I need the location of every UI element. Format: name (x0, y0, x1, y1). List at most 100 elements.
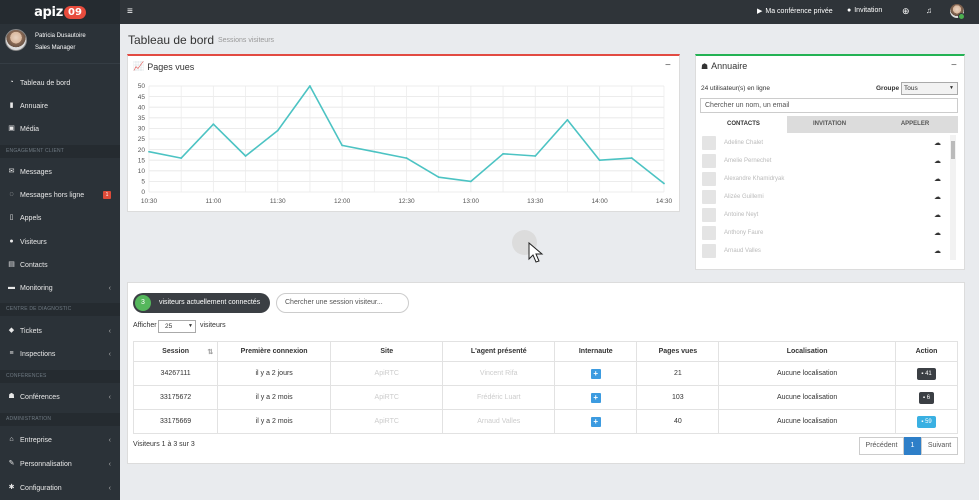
plus-icon[interactable]: + (590, 416, 601, 427)
pageviews-title: Pages vues (147, 61, 195, 72)
group-select[interactable]: Tous ▼ (901, 82, 958, 95)
video-icon: ▶ (757, 8, 763, 15)
col-agent[interactable]: L'agent présenté (442, 341, 556, 362)
col-pageviews[interactable]: Pages vues (636, 341, 720, 362)
chat-action-button[interactable]: ▪ 6 (918, 391, 935, 404)
site: ApiRTC (330, 385, 444, 410)
col-location[interactable]: Localisation (718, 341, 897, 362)
sidebar-item-label: Tickets (20, 327, 42, 335)
sidebar-item-directory[interactable]: ▮ Annuaire (0, 95, 120, 117)
collapse-directory-icon[interactable]: − (951, 60, 957, 71)
directory-search-input[interactable]: Chercher un nom, un email (700, 98, 958, 113)
contact-name: Alexandre Khamidryak (724, 176, 785, 182)
sidebar-item-conferences[interactable]: ☗ Conférences ‹ (0, 386, 120, 408)
chat-icon[interactable]: ☁ (934, 211, 941, 219)
sidebar-item-customization[interactable]: ✎ Personnalisation ‹ (0, 453, 120, 475)
chat-icon[interactable]: ☁ (934, 175, 941, 183)
contact-row[interactable]: Anthony Faure ☁ (702, 224, 947, 242)
data-point (309, 85, 311, 87)
comment-icon: ▪ (922, 394, 926, 401)
monitoring-icon: ▬ (8, 284, 15, 291)
next-page-button[interactable]: Suivant (921, 437, 958, 455)
x-tick-label: 14:30 (656, 198, 673, 205)
sidebar-item-media[interactable]: ▣ Média (0, 118, 120, 140)
sidebar-item-calls[interactable]: ▯ Appels (0, 207, 120, 229)
sidebar-item-offline-messages[interactable]: ◌ Messages hors ligne 1 (0, 184, 120, 206)
sidebar-item-messages[interactable]: ✉ Messages (0, 161, 120, 183)
col-session[interactable]: Session ⇅ (132, 341, 219, 362)
chat-action-button[interactable]: ▪ 59 (917, 415, 936, 428)
dashboard-icon: ◔ (9, 79, 14, 86)
sidebar-item-tickets[interactable]: ◆ Tickets ‹ (0, 320, 120, 342)
tab-invitation[interactable]: INVITATION (787, 116, 872, 133)
prev-page-button[interactable]: Précédent (859, 437, 904, 455)
chevron-left-icon: ‹ (108, 350, 111, 358)
user-panel: Patricia Dusautoire Sales Manager (0, 24, 120, 64)
sidebar-item-visitors[interactable]: ● Visiteurs (0, 231, 120, 253)
sidebar-item-dashboard[interactable]: ◔ Tableau de bord (0, 72, 120, 94)
first-connection: il y a 2 mois (217, 409, 332, 434)
chat-icon[interactable]: ☁ (934, 193, 941, 201)
action-cell: ▪ 59 (895, 409, 958, 434)
logo-text: apiz (34, 4, 63, 20)
chat-icon[interactable]: ☁ (934, 229, 941, 237)
tab-call[interactable]: APPELER (872, 116, 958, 133)
data-point (148, 150, 150, 153)
col-first-connection[interactable]: Première connexion (217, 341, 332, 362)
x-tick-label: 14:00 (591, 198, 608, 205)
contact-avatar (702, 244, 716, 258)
private-conference-button[interactable]: ▶ Ma conférence privée (757, 7, 833, 16)
contact-row[interactable]: Antoine Neyt ☁ (702, 206, 947, 224)
y-tick-label: 15 (138, 157, 146, 164)
col-visitor[interactable]: Internaute (554, 341, 638, 362)
comment-icon: ▪ (921, 418, 924, 425)
avatar[interactable] (5, 29, 27, 51)
tab-contacts[interactable]: CONTACTS (700, 116, 787, 133)
chat-action-button[interactable]: ▪ 41 (917, 367, 936, 380)
invitation-button[interactable]: ● Invitation (847, 7, 882, 14)
plus-icon[interactable]: + (590, 368, 601, 379)
collapse-chart-icon[interactable]: − (665, 60, 671, 71)
page-1-button[interactable]: 1 (904, 437, 921, 455)
contact-avatar (702, 154, 716, 168)
contact-row[interactable]: Alexandre Khamidryak ☁ (702, 170, 947, 188)
contacts-scroll-thumb[interactable] (951, 141, 955, 159)
contact-name: Adeline Chalet (724, 140, 764, 146)
sidebar-item-inspections[interactable]: ≡ Inspections ‹ (0, 343, 120, 365)
chat-icon[interactable]: ☁ (934, 139, 941, 147)
chevron-left-icon: ‹ (108, 436, 111, 444)
per-page-select[interactable]: 25 ▼ (158, 320, 196, 333)
menu-toggle-icon[interactable]: ≡ (127, 6, 133, 18)
logo-badge: 09 (63, 5, 86, 19)
col-site[interactable]: Site (330, 341, 444, 362)
session-search-input[interactable]: Chercher une session visiteur... (276, 293, 409, 313)
sidebar-item-enterprise[interactable]: ⌂ Entreprise ‹ (0, 429, 120, 451)
sidebar-item-configuration[interactable]: ✱ Configuration ‹ (0, 477, 120, 499)
add-circle-icon[interactable]: ⊕ (902, 6, 910, 17)
plus-icon[interactable]: + (590, 392, 601, 403)
app-logo[interactable]: apiz 09 (0, 0, 120, 24)
comment-icon: ▪ (921, 370, 924, 377)
y-axis: 0 5 10 15 20 25 30 35 40 45 50 (138, 83, 146, 196)
sidebar-item-label: Inspections (20, 350, 56, 358)
chat-icon[interactable]: ☁ (934, 157, 941, 165)
pageviews-card-header: 📈 Pages vues (133, 61, 194, 72)
contact-row[interactable]: Arnaud Valles ☁ (702, 242, 947, 260)
sidebar-item-label: Conférences (20, 393, 60, 401)
contact-row[interactable]: Adeline Chalet ☁ (702, 134, 947, 152)
brush-icon: ✎ (8, 460, 15, 467)
contact-card-icon: ▤ (8, 261, 15, 268)
chat-icon[interactable]: ☁ (934, 247, 941, 255)
sidebar-item-contacts[interactable]: ▤ Contacts (0, 254, 120, 276)
sort-icon[interactable]: ⇅ (207, 348, 213, 356)
site: ApiRTC (330, 361, 444, 386)
contact-row[interactable]: Amelie Pernechet ☁ (702, 152, 947, 170)
x-tick-label: 12:00 (334, 198, 351, 205)
section-engagement: ENGAGEMENT CLIENT (0, 145, 120, 158)
action-cell: ▪ 41 (895, 361, 958, 386)
sidebar-item-monitoring[interactable]: ▬ Monitoring ‹ (0, 277, 120, 299)
bell-icon[interactable]: ♫ (926, 6, 932, 15)
contact-row[interactable]: Alizée Guillemi ☁ (702, 188, 947, 206)
table-info: Visiteurs 1 à 3 sur 3 (133, 441, 195, 448)
y-tick-label: 35 (138, 115, 146, 122)
